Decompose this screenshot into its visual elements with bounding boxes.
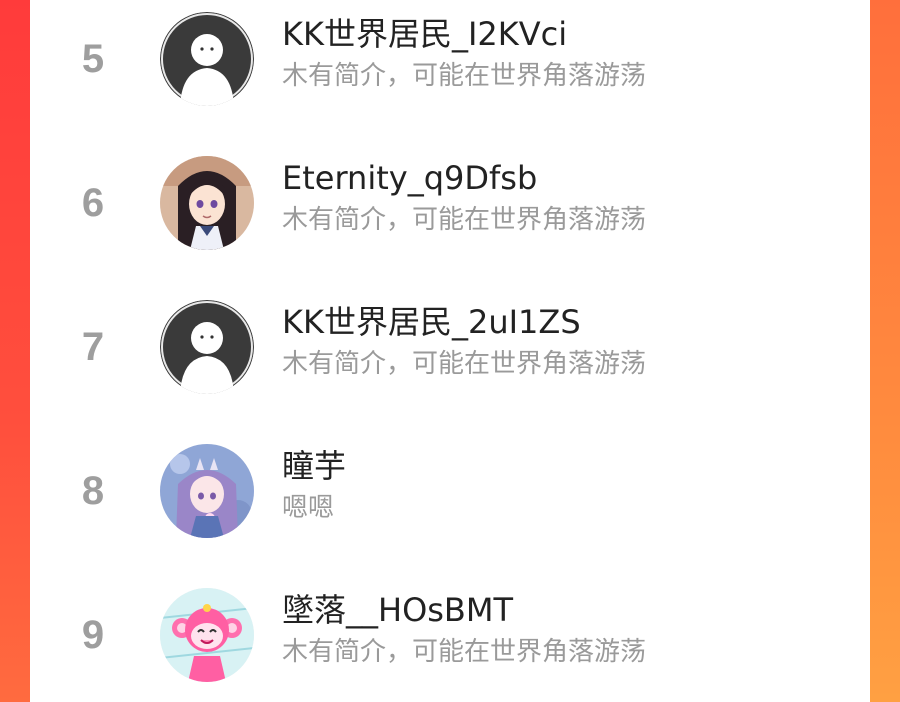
list-item[interactable]: 9 墜落__HOsBMT 木有简介，可能在世界角落游荡 [30,576,870,696]
pink-monkey-avatar-icon[interactable] [160,588,254,682]
default-person-avatar-icon[interactable] [160,300,254,394]
rank-number: 6 [81,181,105,225]
user-name[interactable]: Eternity_q9Dfsb [282,158,537,198]
user-bio: 木有简介，可能在世界角落游荡 [282,637,647,667]
right-gradient-edge [870,0,900,702]
user-name[interactable]: KK世界居民_2uI1ZS [282,302,581,342]
default-person-avatar-icon[interactable] [160,12,254,106]
ranking-list-card: 5 KK世界居民_I2KVci 木有简介，可能在世界角落游荡 6 Eternit… [30,0,870,702]
list-item[interactable]: 6 Eternity_q9Dfsb 木有简介，可能在世界角落游荡 [30,144,870,264]
user-bio: 嗯嗯 [282,493,335,523]
user-name[interactable]: 墜落__HOsBMT [282,590,513,630]
user-name[interactable]: KK世界居民_I2KVci [282,14,567,54]
anime-girl-avatar-icon[interactable] [160,156,254,250]
rank-number: 8 [81,469,105,513]
list-item[interactable]: 7 KK世界居民_2uI1ZS 木有简介，可能在世界角落游荡 [30,288,870,408]
list-item[interactable]: 5 KK世界居民_I2KVci 木有简介，可能在世界角落游荡 [30,0,870,120]
rank-number: 9 [81,613,105,657]
rank-number: 7 [81,325,105,369]
anime-girl-purple-avatar-icon[interactable] [160,444,254,538]
user-bio: 木有简介，可能在世界角落游荡 [282,349,647,379]
left-gradient-edge [0,0,30,702]
user-name[interactable]: 瞳芋 [282,446,346,486]
rank-number: 5 [81,37,105,81]
user-bio: 木有简介，可能在世界角落游荡 [282,61,647,91]
user-bio: 木有简介，可能在世界角落游荡 [282,205,647,235]
list-item[interactable]: 8 瞳芋 嗯嗯 [30,432,870,552]
